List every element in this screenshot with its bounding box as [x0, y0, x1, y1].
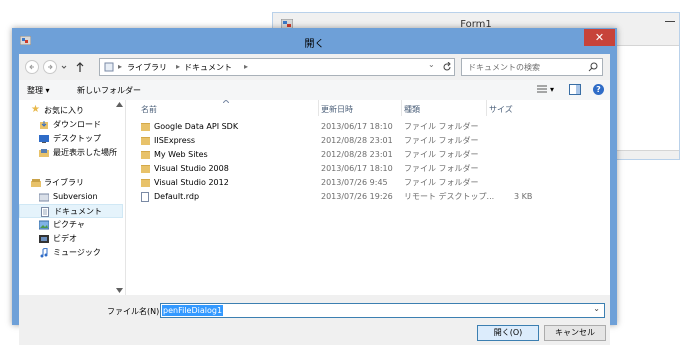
- column-header-size[interactable]: サイズ: [489, 104, 513, 115]
- rdp-file-icon: [141, 192, 149, 202]
- nav-item-downloads[interactable]: ダウンロード: [19, 118, 123, 132]
- desktop-icon: [39, 135, 49, 143]
- pictures-icon: [39, 220, 49, 230]
- dialog-titlebar[interactable]: 開く ✕: [12, 28, 617, 54]
- minimize-icon[interactable]: [665, 19, 675, 22]
- organize-button[interactable]: 整理 ▾: [27, 85, 50, 96]
- nav-item-music[interactable]: ミュージック: [19, 246, 123, 260]
- nav-item-documents[interactable]: ドキュメント: [19, 204, 123, 218]
- file-row[interactable]: IISExpress 2012/08/28 23:01 ファイル フォルダー: [126, 134, 596, 148]
- breadcrumb-sep: ▸: [118, 62, 123, 71]
- view-dropdown-icon[interactable]: ▾: [550, 85, 554, 94]
- filename-label: ファイル名(N):: [107, 307, 162, 316]
- downloads-icon: [40, 121, 48, 129]
- nav-item-recent-places[interactable]: 最近表示した場所: [19, 146, 123, 160]
- folder-icon: [141, 165, 150, 173]
- breadcrumb-sep: ▸: [176, 62, 181, 71]
- breadcrumb-sep: ▸: [244, 62, 249, 71]
- search-placeholder: ドキュメントの検索: [468, 63, 540, 72]
- search-input[interactable]: ドキュメントの検索: [461, 58, 603, 76]
- column-divider[interactable]: [318, 100, 319, 116]
- nav-scrollbar[interactable]: [115, 100, 124, 295]
- breadcrumb-libraries[interactable]: ライブラリ: [127, 62, 167, 73]
- scroll-down-icon[interactable]: [116, 288, 123, 293]
- star-icon: ★: [31, 104, 40, 115]
- search-icon[interactable]: [588, 62, 598, 72]
- file-row[interactable]: My Web Sites 2012/08/28 23:01 ファイル フォルダー: [126, 148, 596, 162]
- open-file-dialog: 開く ✕ ▸ ライブラリ ▸ ドキュメント ▸ ⌄ ドキュメントの検索 整理 ▾…: [12, 28, 617, 345]
- refresh-icon[interactable]: [442, 62, 452, 72]
- cancel-button[interactable]: キャンセル: [544, 325, 606, 341]
- library-icon: [104, 62, 114, 72]
- chevron-down-icon[interactable]: [61, 64, 67, 70]
- arrow-up-icon[interactable]: [75, 61, 85, 73]
- column-header-name[interactable]: 名前: [141, 104, 157, 115]
- close-icon: ✕: [594, 31, 605, 44]
- help-icon[interactable]: ?: [593, 84, 604, 95]
- file-row[interactable]: Default.rdp 2013/07/26 19:26 リモート デスクトップ…: [126, 190, 596, 204]
- back-button[interactable]: [25, 60, 39, 74]
- documents-icon: [41, 207, 49, 217]
- open-button[interactable]: 開く(O): [477, 325, 539, 341]
- file-list: 名前 更新日時 種類 サイズ Google Data API SDK 2013/…: [126, 100, 610, 295]
- file-row[interactable]: Google Data API SDK 2013/06/17 18:10 ファイ…: [126, 120, 596, 134]
- column-divider[interactable]: [486, 100, 487, 116]
- nav-favorites-header[interactable]: ★ お気に入り: [19, 104, 123, 118]
- dialog-title: 開く: [304, 39, 325, 50]
- dialog-body: ▸ ライブラリ ▸ ドキュメント ▸ ⌄ ドキュメントの検索 整理 ▾ 新しいフ…: [19, 54, 610, 345]
- folder-icon: [141, 179, 150, 187]
- folder-icon: [141, 137, 150, 145]
- file-row[interactable]: Visual Studio 2012 2013/07/26 9:45 ファイル …: [126, 176, 596, 190]
- folder-icon: [141, 151, 150, 159]
- address-dropdown-icon[interactable]: ⌄: [428, 60, 435, 69]
- filename-value: penFileDialog1: [162, 305, 224, 316]
- close-button[interactable]: ✕: [584, 29, 615, 46]
- library-folder-icon: [39, 193, 49, 202]
- nav-item-videos[interactable]: ビデオ: [19, 232, 123, 246]
- column-header-date[interactable]: 更新日時: [321, 104, 353, 115]
- column-header-type[interactable]: 種類: [404, 104, 420, 115]
- new-folder-button[interactable]: 新しいフォルダー: [77, 85, 141, 96]
- videos-icon: [39, 235, 49, 243]
- recent-places-icon: [39, 149, 49, 157]
- filename-dropdown-icon[interactable]: ⌄: [593, 304, 600, 313]
- file-row[interactable]: Visual Studio 2008 2013/06/17 18:10 ファイル…: [126, 162, 596, 176]
- address-bar[interactable]: ▸ ライブラリ ▸ ドキュメント ▸ ⌄: [99, 58, 455, 76]
- nav-item-desktop[interactable]: デスクトップ: [19, 132, 123, 146]
- breadcrumb-documents[interactable]: ドキュメント: [184, 62, 232, 73]
- scroll-up-icon[interactable]: [116, 102, 123, 107]
- music-icon: [40, 248, 48, 258]
- nav-item-pictures[interactable]: ピクチャ: [19, 218, 123, 232]
- forward-button[interactable]: [43, 60, 57, 74]
- dialog-footer: ファイル名(N): penFileDialog1 ⌄ 開く(O) キャンセル: [19, 295, 610, 345]
- nav-item-subversion[interactable]: Subversion: [19, 190, 123, 204]
- libraries-icon: [31, 179, 41, 187]
- arrow-right-icon: [48, 64, 53, 70]
- folder-icon: [141, 123, 150, 131]
- nav-libraries-header[interactable]: ライブラリ: [19, 176, 123, 190]
- navigation-pane: ★ お気に入り ダウンロード デスクトップ 最近表示した場所 ライブラリ Sub…: [19, 100, 126, 295]
- filename-input[interactable]: penFileDialog1 ⌄: [160, 303, 605, 318]
- sort-ascending-icon: [223, 100, 229, 103]
- view-list-icon[interactable]: [537, 85, 547, 94]
- column-divider[interactable]: [401, 100, 402, 116]
- preview-pane-icon[interactable]: [569, 84, 581, 95]
- arrow-left-icon: [29, 64, 34, 70]
- command-toolbar: 整理 ▾ 新しいフォルダー ▾ ?: [19, 80, 610, 100]
